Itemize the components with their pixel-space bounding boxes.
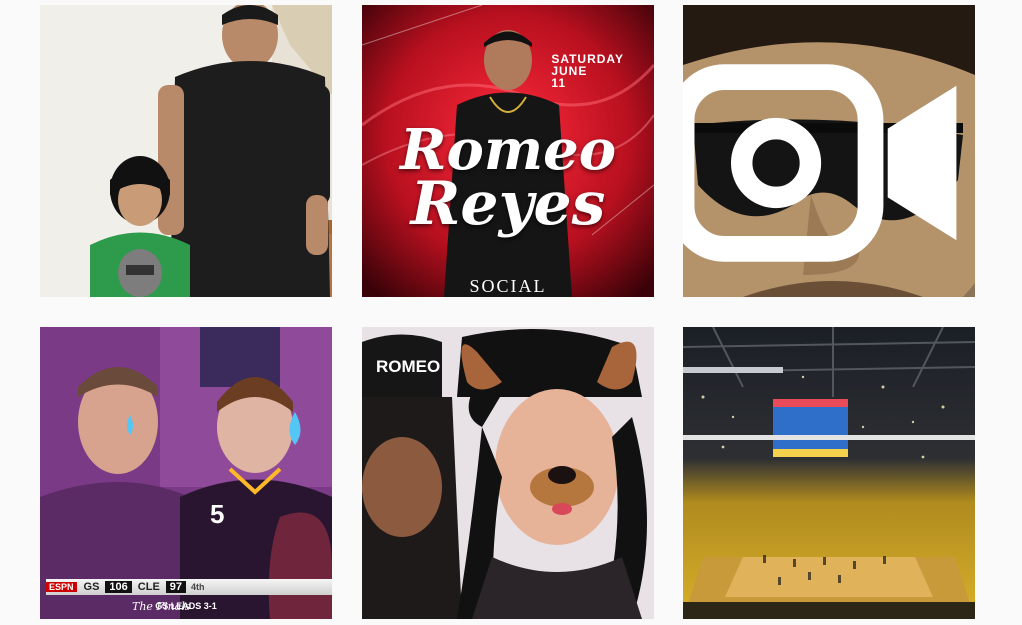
poster-date: SATURDAY JUNE 11 (551, 53, 624, 89)
photo-finals-fans: 5 (40, 327, 332, 619)
photo-father-and-child (40, 5, 332, 297)
post-thumbnail-2[interactable]: SATURDAY JUNE 11 Romeo Reyes SOCIAL (362, 5, 654, 297)
post-thumbnail-4[interactable]: 5 ESPN GS 106 CLE 97 4th The Finals GS L… (40, 327, 332, 619)
team2-name: CLE (137, 581, 160, 593)
poster-venue: SOCIAL (469, 276, 547, 296)
game-quarter: 4th (191, 582, 205, 592)
poster-name-last: Reyes (410, 169, 606, 239)
video-icon (683, 64, 957, 262)
series-status: GS LEADS 3-1 (155, 601, 217, 611)
scoreboard: ESPN GS 106 CLE 97 4th (46, 579, 332, 595)
cap-text: ROMEO (376, 357, 441, 376)
post-thumbnail-1[interactable] (40, 5, 332, 297)
poster-date-number: 11 (551, 76, 566, 90)
network-logo: ESPN (46, 582, 77, 592)
photo-arena-celebration (683, 327, 975, 619)
post-thumbnail-6[interactable] (683, 327, 975, 619)
post-thumbnail-5[interactable]: ROMEO (362, 327, 654, 619)
team1-score: 106 (105, 581, 132, 593)
team1-name: GS (83, 581, 100, 593)
post-thumbnail-3[interactable] (683, 5, 975, 297)
team2-score: 97 (165, 581, 187, 593)
jersey-number: 5 (210, 499, 224, 529)
